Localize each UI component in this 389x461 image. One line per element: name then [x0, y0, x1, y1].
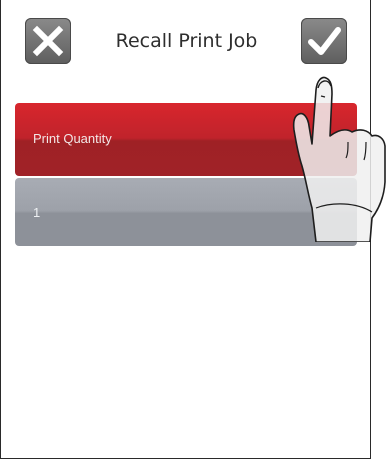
- checkmark-icon: [308, 27, 341, 55]
- pointing-hand-icon: [292, 76, 386, 242]
- field-value: 1: [33, 205, 41, 220]
- confirm-button[interactable]: [301, 18, 347, 64]
- field-label: Print Quantity: [33, 131, 112, 146]
